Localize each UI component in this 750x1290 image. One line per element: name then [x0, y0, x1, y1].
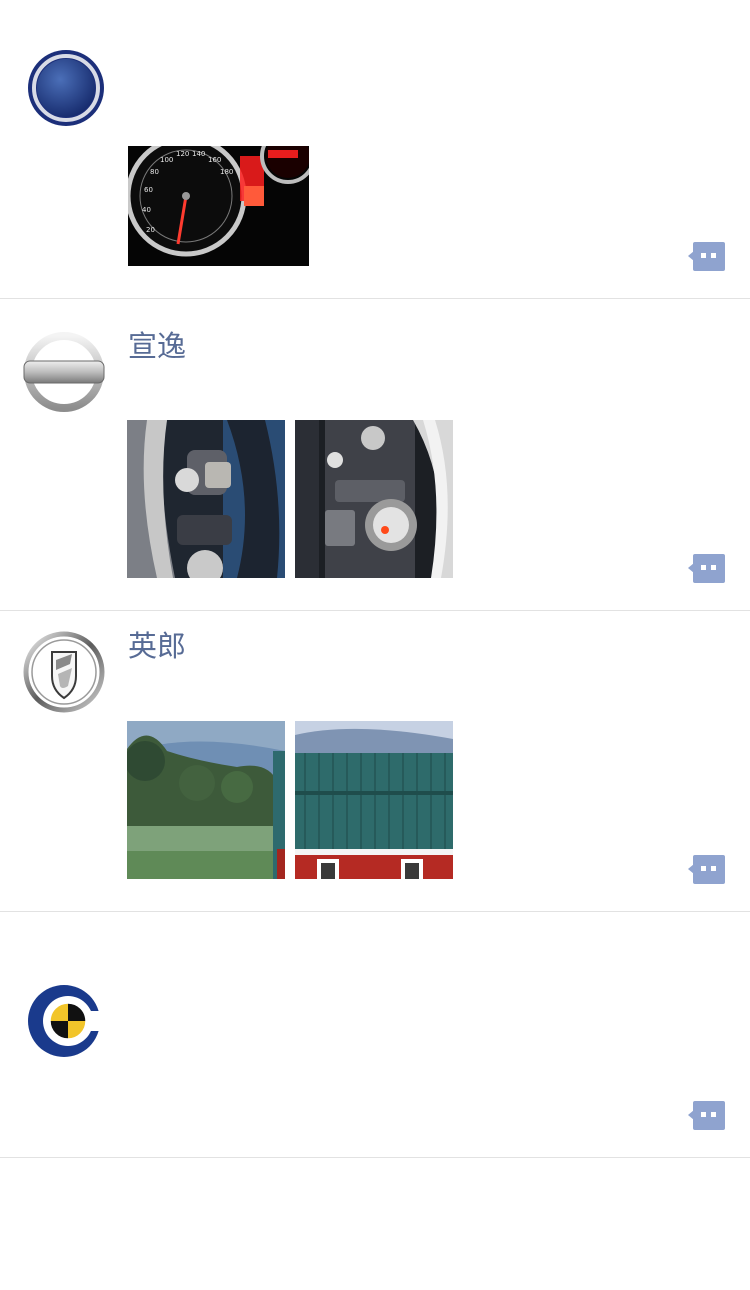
svg-text:160: 160 [208, 156, 221, 164]
buick-logo-icon [23, 631, 105, 713]
feed-post: 英郎 [0, 610, 750, 912]
svg-text:80: 80 [150, 168, 159, 176]
svg-text:100: 100 [160, 156, 173, 164]
avatar[interactable] [22, 630, 106, 714]
post-image[interactable] [295, 420, 453, 578]
comment-bubble-icon [688, 554, 725, 583]
svg-text:40: 40 [142, 206, 151, 214]
comment-bubble-icon [688, 855, 725, 884]
dashboard-controls-photo-right [295, 420, 453, 578]
comment-button[interactable] [688, 855, 726, 884]
comment-bubble-icon [688, 242, 725, 271]
feed-post [0, 911, 750, 1158]
round-blue-logo-icon [28, 50, 104, 126]
comment-button[interactable] [688, 242, 726, 271]
comment-button[interactable] [688, 1101, 726, 1130]
svg-text:60: 60 [144, 186, 153, 194]
avatar[interactable] [22, 330, 106, 414]
svg-text:20: 20 [146, 226, 155, 234]
red-barn-photo-right [295, 721, 453, 879]
svg-text:140: 140 [192, 150, 205, 158]
comment-button[interactable] [688, 554, 726, 583]
post-image[interactable]: 20 40 60 80 100 120 140 160 180 [128, 146, 309, 266]
post-author-name[interactable]: 宣逸 [128, 328, 186, 364]
comment-bubble-icon [688, 1101, 725, 1130]
post-image[interactable] [127, 420, 285, 578]
crash-test-logo-icon [28, 985, 108, 1057]
post-author-name[interactable]: 英郎 [128, 628, 186, 664]
feed-post: 宣逸 [0, 298, 750, 611]
avatar[interactable] [24, 46, 108, 130]
nissan-logo-icon [23, 332, 105, 412]
steering-wheel-photo-left [127, 420, 285, 578]
speedometer-photo: 20 40 60 80100120 140160 180 [128, 146, 309, 266]
svg-text:120: 120 [176, 150, 189, 158]
post-image[interactable] [127, 721, 285, 879]
post-image[interactable] [295, 721, 453, 879]
svg-text:180: 180 [220, 168, 233, 176]
avatar[interactable] [24, 981, 108, 1065]
feed-post: 20 40 60 80 100 120 140 160 180 [0, 0, 750, 299]
farm-field-photo-left [127, 721, 285, 879]
